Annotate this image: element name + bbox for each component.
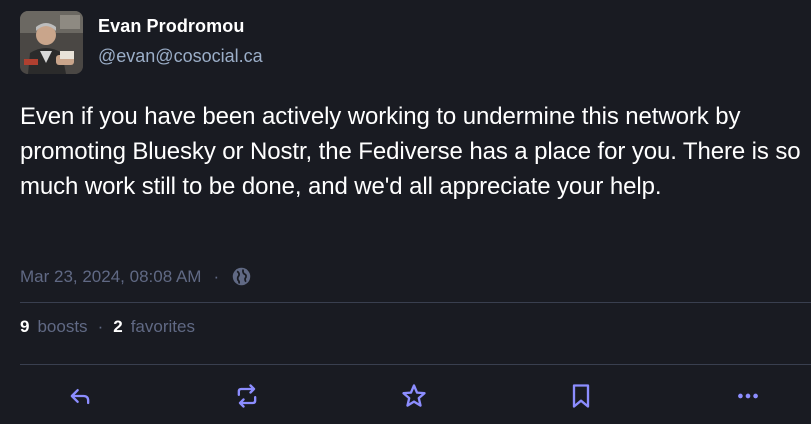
star-icon — [402, 384, 426, 407]
favorites-label: favorites — [130, 317, 195, 336]
avatar-image — [20, 11, 83, 74]
boost-icon — [237, 384, 257, 408]
boost-button[interactable] — [231, 380, 263, 412]
divider — [20, 302, 811, 303]
globe-icon — [231, 266, 252, 287]
boosts-label: boosts — [37, 317, 88, 336]
post-stats: 9 boosts · 2 favorites — [20, 317, 195, 337]
boosts-link[interactable]: 9 boosts — [20, 317, 88, 336]
bookmark-button[interactable] — [565, 380, 597, 412]
meta-separator: · — [213, 266, 220, 286]
reply-icon — [70, 389, 90, 405]
divider — [20, 364, 811, 365]
favorites-link[interactable]: 2 favorites — [113, 317, 195, 336]
favorites-count: 2 — [113, 317, 123, 336]
post-content: Even if you have been actively working t… — [20, 103, 801, 200]
more-icon — [738, 393, 758, 399]
avatar[interactable] — [20, 11, 83, 74]
author-handle[interactable]: @evan@cosocial.ca — [98, 46, 263, 67]
boosts-count: 9 — [20, 317, 30, 336]
action-bar — [0, 374, 811, 418]
bookmark-icon — [572, 384, 590, 408]
stats-separator: · — [97, 317, 104, 336]
status-detail: Evan Prodromou @evan@cosocial.ca Even if… — [0, 0, 811, 424]
reply-button[interactable] — [64, 380, 96, 412]
post-timestamp[interactable]: Mar 23, 2024, 08:08 AM — [20, 267, 201, 287]
author-display-name[interactable]: Evan Prodromou — [98, 16, 244, 37]
favorite-button[interactable] — [398, 380, 430, 412]
more-button[interactable] — [732, 380, 764, 412]
post-meta: Mar 23, 2024, 08:08 AM · — [20, 266, 252, 287]
